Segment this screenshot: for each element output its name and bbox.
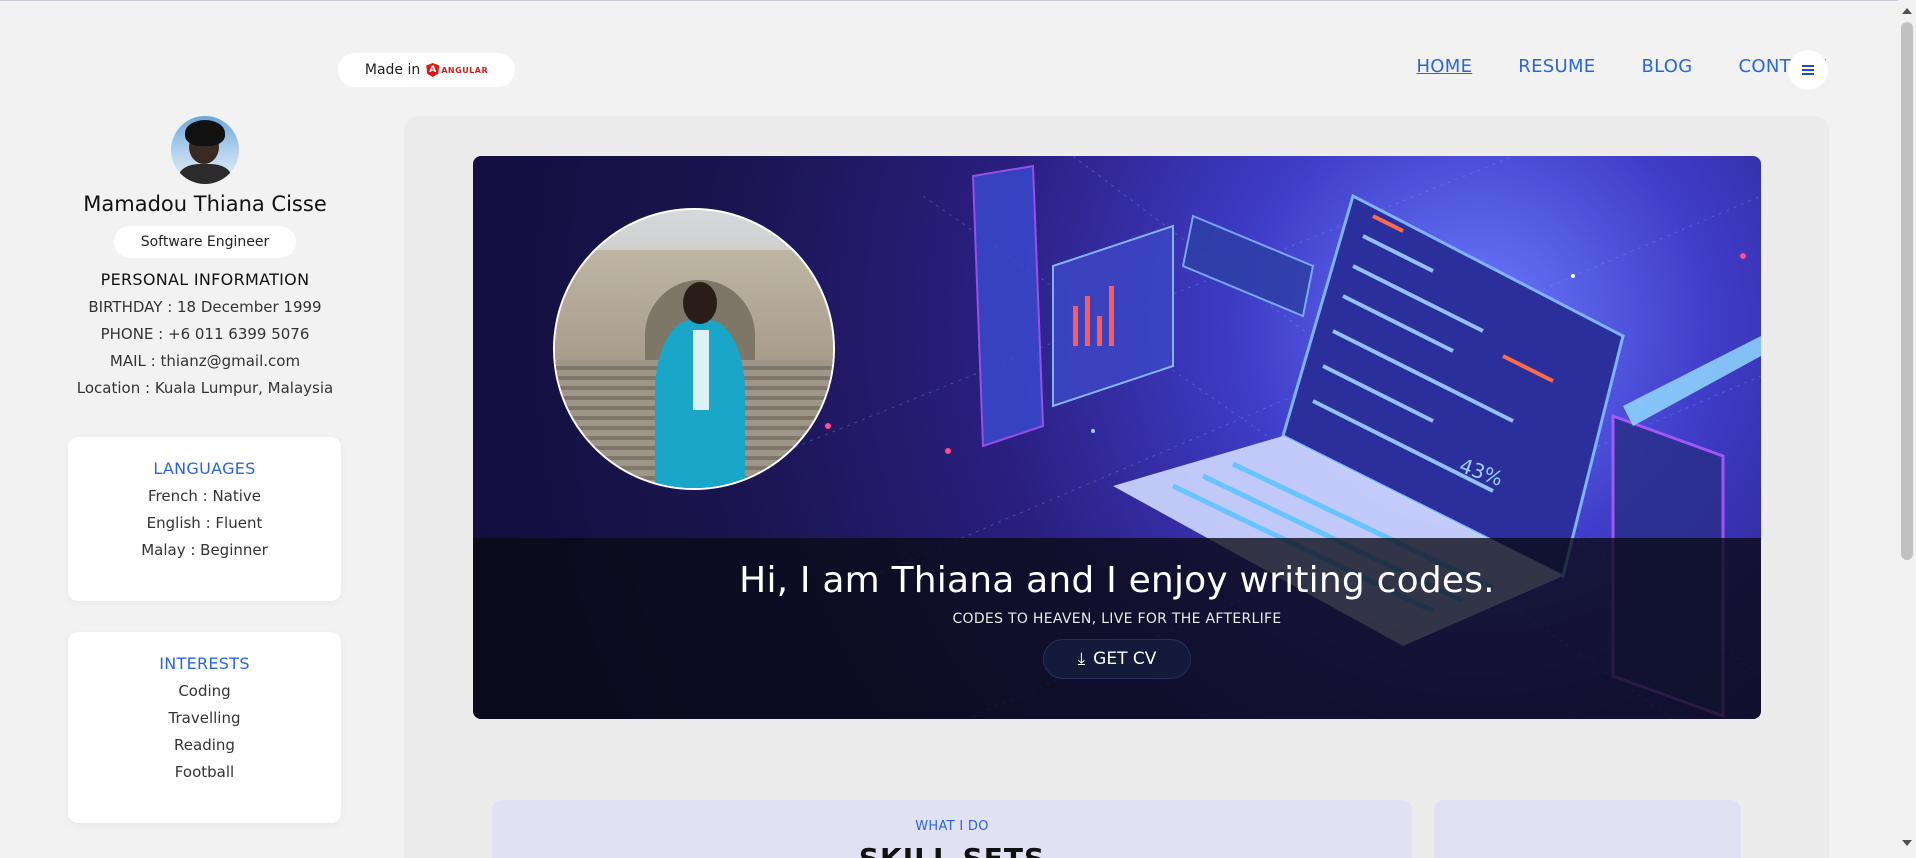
made-in-label: Made in: [364, 62, 421, 78]
languages-card: LANGUAGES French : Native English : Flue…: [68, 437, 341, 601]
side-card: [1434, 800, 1741, 858]
menu-button[interactable]: [1788, 50, 1828, 90]
hero-caption: Hi, I am Thiana and I enjoy writing code…: [473, 538, 1761, 719]
interests-title: INTERESTS: [159, 654, 250, 673]
location-text: Location : Kuala Lumpur, Malaysia: [76, 379, 334, 397]
language-item: English : Fluent: [146, 514, 263, 532]
interest-item: Reading: [174, 736, 235, 754]
scroll-up-icon[interactable]: [1902, 8, 1912, 14]
download-icon: ⤓: [1077, 649, 1086, 669]
angular-logo: A ANGULAR: [426, 63, 488, 77]
mail-text: MAIL : thianz@gmail.com: [109, 352, 301, 370]
language-item: Malay : Beginner: [141, 541, 268, 559]
interest-item: Coding: [178, 682, 231, 700]
get-cv-label: GET CV: [1093, 649, 1157, 669]
angular-wordmark: ANGULAR: [441, 65, 489, 75]
top-border: [0, 0, 1916, 1]
birthday-text: BIRTHDAY : 18 December 1999: [88, 298, 322, 316]
skills-title: SKILL SETS: [492, 842, 1412, 858]
nav-blog[interactable]: BLOG: [1641, 56, 1692, 77]
profile-sidebar: Mamadou Thiana Cisse Software Engineer P…: [60, 116, 350, 397]
scrollbar-thumb[interactable]: [1901, 22, 1913, 560]
profile-name: Mamadou Thiana Cisse: [83, 192, 327, 216]
hero-title: Hi, I am Thiana and I enjoy writing code…: [739, 560, 1495, 601]
hero-portrait: [553, 208, 835, 490]
hamburger-icon: [1802, 69, 1814, 71]
main-nav: HOME RESUME BLOG CONTACT: [1416, 56, 1826, 77]
scroll-down-icon[interactable]: [1902, 840, 1912, 846]
skills-eyebrow: WHAT I DO: [915, 819, 989, 834]
interests-card: INTERESTS Coding Travelling Reading Foot…: [68, 632, 341, 823]
languages-title: LANGUAGES: [153, 459, 256, 478]
nav-resume[interactable]: RESUME: [1518, 56, 1595, 77]
hero-banner: 43% Hi, I am Thiana and I enjoy writing …: [473, 156, 1761, 719]
made-in-badge: Made in A ANGULAR: [338, 53, 515, 87]
skills-card: WHAT I DO SKILL SETS: [492, 800, 1412, 858]
role-badge: Software Engineer: [114, 226, 296, 258]
language-item: French : Native: [147, 487, 262, 505]
angular-shield-icon: A: [426, 63, 440, 77]
avatar: [171, 116, 239, 184]
interest-item: Football: [174, 763, 235, 781]
phone-text: PHONE : +6 011 6399 5076: [100, 325, 310, 343]
interest-item: Travelling: [168, 709, 241, 727]
get-cv-button[interactable]: ⤓ GET CV: [1042, 639, 1192, 679]
personal-info-title: PERSONAL INFORMATION: [100, 270, 310, 289]
hero-subtitle: CODES TO HEAVEN, LIVE FOR THE AFTERLIFE: [952, 611, 1282, 627]
nav-home[interactable]: HOME: [1416, 56, 1472, 77]
